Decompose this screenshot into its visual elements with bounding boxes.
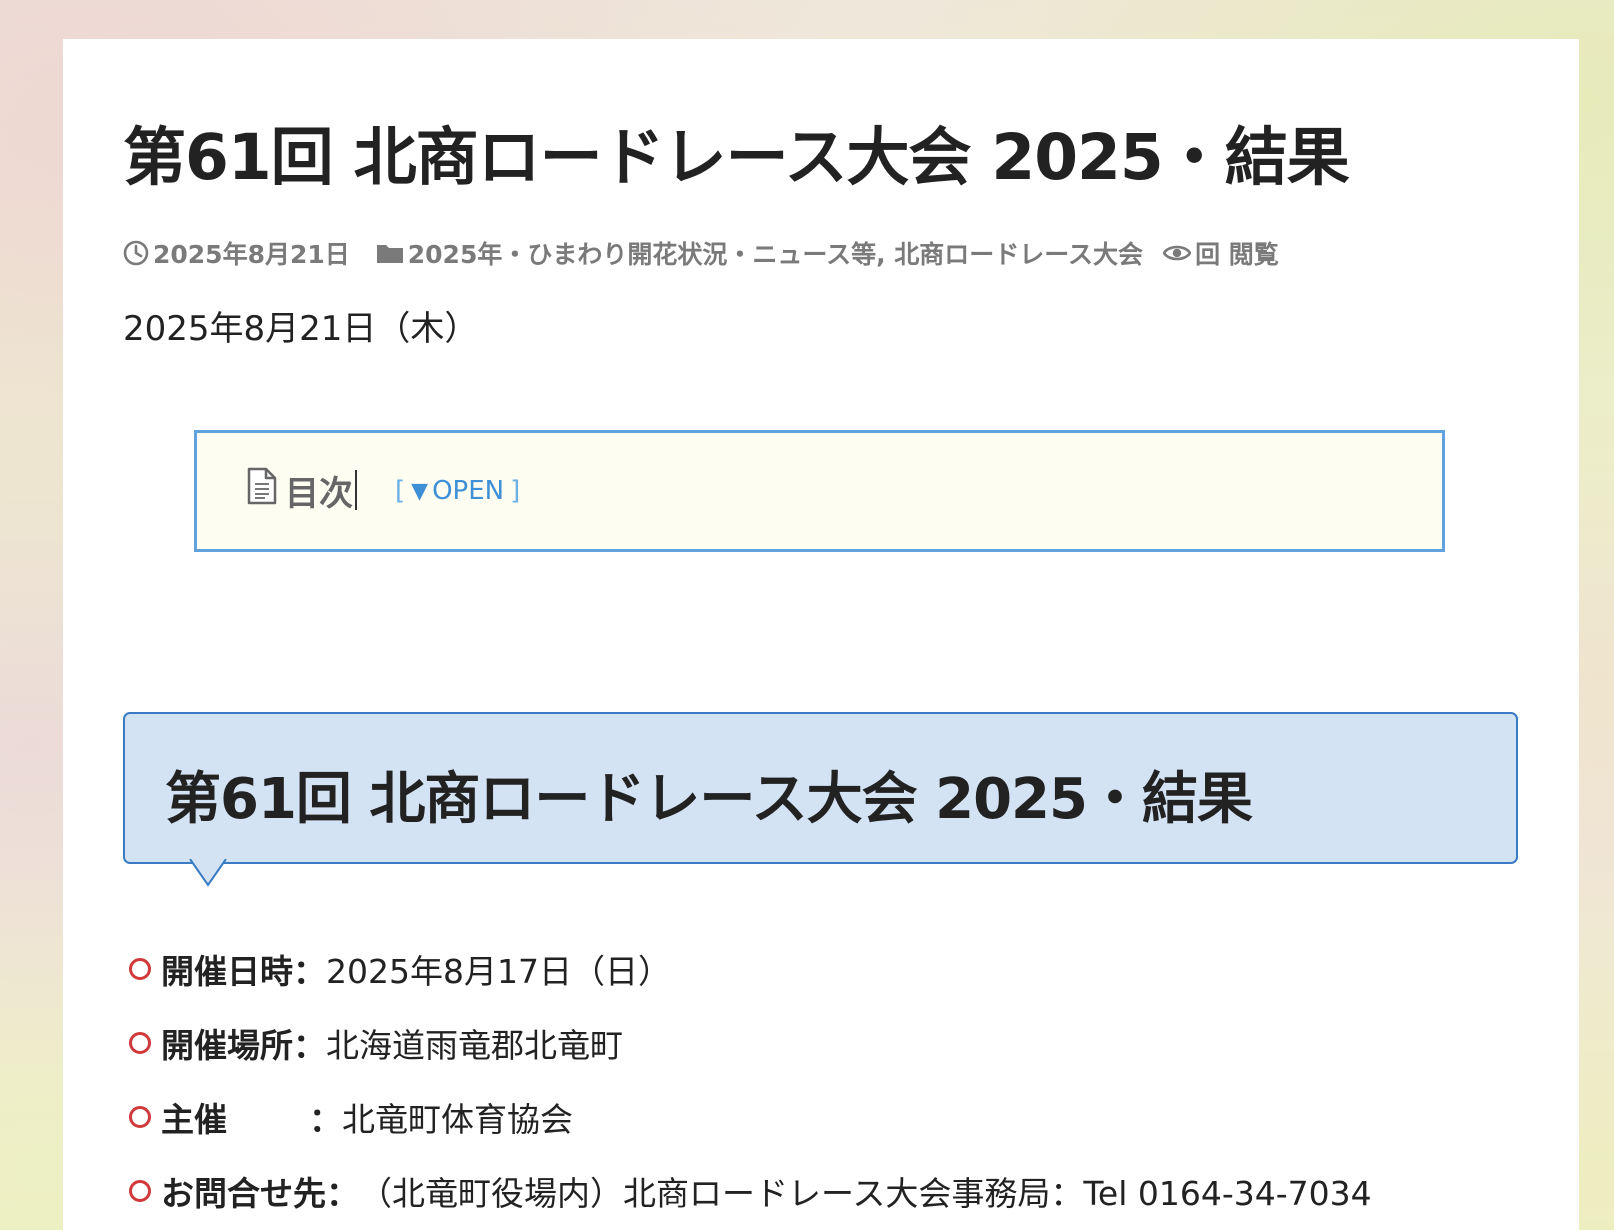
- toc-title: 目次: [247, 467, 357, 514]
- document-icon: [247, 467, 277, 514]
- post-date-line: 2025年8月21日（木）: [123, 309, 479, 349]
- speech-tail: [189, 859, 227, 887]
- circle-bullet-icon: [129, 1032, 151, 1054]
- clock-icon: [123, 240, 149, 266]
- post-categories[interactable]: 2025年・ひまわり開花状況・ニュース等, 北商ロードレース大会: [376, 235, 1143, 271]
- circle-bullet-icon: [129, 1106, 151, 1128]
- toc-toggle-button[interactable]: [ ▼ OPEN ]: [389, 473, 526, 509]
- folder-icon: [376, 241, 404, 265]
- circle-bullet-icon: [129, 1180, 151, 1202]
- list-item: 主催 ： 北竜町体育協会: [123, 1080, 1372, 1154]
- toc-title-text: 目次: [285, 473, 353, 514]
- eye-icon: [1163, 242, 1192, 264]
- section-heading-box: 第61回 北商ロードレース大会 2025・結果: [123, 712, 1518, 864]
- post-date-meta: 2025年8月21日: [123, 235, 350, 271]
- circle-bullet-icon: [129, 958, 151, 980]
- post-meta: 2025年8月21日 2025年・ひまわり開花状況・ニュース等, 北商ロードレー…: [123, 235, 1279, 271]
- page-title: 第61回 北商ロードレース大会 2025・結果: [123, 121, 1350, 194]
- list-item: 開催場所 ： 北海道雨竜郡北竜町: [123, 1006, 1372, 1080]
- toc-toggle-label: OPEN: [432, 476, 505, 506]
- list-item: お問合せ先 ： （北竜町役場内）北商ロードレース大会事務局：Tel 0164-3…: [123, 1154, 1372, 1228]
- table-of-contents: 目次 [ ▼ OPEN ]: [194, 430, 1445, 552]
- list-item: 開催日時 ： 2025年8月17日（日）: [123, 932, 1372, 1006]
- section-heading: 第61回 北商ロードレース大会 2025・結果: [165, 767, 1253, 832]
- category-links[interactable]: 2025年・ひまわり開花状況・ニュース等, 北商ロードレース大会: [408, 235, 1143, 271]
- post-date-text: 2025年8月21日: [153, 240, 350, 269]
- article-card: 第61回 北商ロードレース大会 2025・結果 2025年8月21日 2025年…: [63, 39, 1579, 1230]
- views-text: 回 閲覧: [1195, 240, 1279, 269]
- event-info-list: 開催日時 ： 2025年8月17日（日） 開催場所 ： 北海道雨竜郡北竜町 主催…: [123, 932, 1372, 1228]
- post-views: 回 閲覧: [1163, 235, 1279, 271]
- toc-arrow-icon: ▼: [411, 478, 429, 504]
